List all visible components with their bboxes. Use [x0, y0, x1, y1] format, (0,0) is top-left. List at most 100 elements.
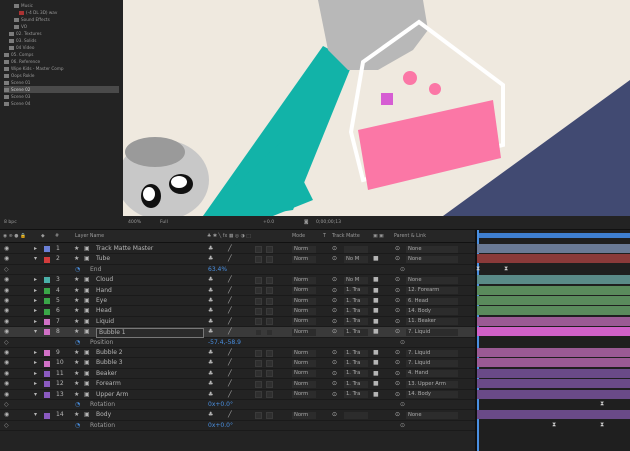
parent-dropdown[interactable]: None — [406, 276, 458, 284]
visibility-icon[interactable]: ◉ — [4, 358, 9, 368]
stopwatch-icon[interactable]: ◔ — [75, 338, 80, 348]
pickwhip-icon[interactable]: ⊙ — [395, 369, 400, 379]
project-item[interactable]: (-4 DL 3D) wav — [19, 9, 57, 16]
expand-arrow-icon[interactable]: ▸ — [34, 317, 37, 327]
keyframe-icon[interactable]: ⧗ — [476, 265, 480, 273]
expand-arrow-icon[interactable]: ▸ — [34, 379, 37, 389]
switch-box[interactable] — [266, 255, 273, 263]
keyframe-icon[interactable]: ⧗ — [504, 265, 508, 273]
parent-dropdown[interactable]: 7. Liquid — [406, 328, 458, 336]
shy-switch-icon[interactable]: ♣ — [208, 358, 213, 368]
stopwatch-icon[interactable]: ◔ — [75, 400, 80, 410]
parent-dropdown[interactable]: 14. Body — [406, 308, 458, 316]
mode-dropdown[interactable]: Norm — [292, 297, 316, 305]
resolution-dropdown[interactable]: Full — [160, 216, 168, 230]
mode-dropdown[interactable]: Norm — [292, 276, 316, 284]
mode-dropdown[interactable]: Norm — [292, 256, 316, 264]
mode-dropdown[interactable]: Norm — [292, 308, 316, 316]
track-matte-dropdown[interactable]: 1. Tra — [344, 318, 368, 326]
quality-switch-icon[interactable]: ╱ — [228, 317, 232, 327]
label-color[interactable] — [44, 287, 50, 294]
project-item[interactable]: Scene 02 — [4, 86, 119, 93]
shy-switch-icon[interactable]: ♣ — [208, 244, 213, 254]
matte-alpha-icon[interactable]: ■ — [373, 306, 379, 316]
project-item[interactable]: Sound Effects — [14, 16, 50, 23]
switch-box[interactable] — [266, 307, 273, 315]
pickwhip-icon[interactable]: ⊙ — [395, 244, 400, 254]
pickwhip-icon[interactable]: ⊙ — [395, 327, 400, 337]
matte-mode-icon[interactable]: ⊙ — [332, 306, 337, 316]
matte-mode-icon[interactable]: ⊙ — [332, 254, 337, 264]
quality-switch-icon[interactable]: ╱ — [228, 369, 232, 379]
visibility-icon[interactable]: ◉ — [4, 379, 9, 389]
track-matte-dropdown[interactable] — [344, 412, 368, 420]
visibility-icon[interactable]: ◉ — [4, 244, 9, 254]
layer-row[interactable]: ◉ ▸ 10 ★ ▣ Bubble 3 ♣ ╱ Norm ⊙ 1. Tra ■ ⊙ 7. Liquid — [0, 358, 475, 369]
mode-dropdown[interactable]: Norm — [292, 412, 316, 420]
track-matte-dropdown[interactable]: 1. Tra — [344, 297, 368, 305]
work-area-bar[interactable] — [477, 233, 630, 238]
keyframe-nav-icon[interactable]: ◇ — [4, 421, 9, 431]
label-color[interactable] — [44, 381, 50, 388]
shy-switch-icon[interactable]: ♣ — [208, 390, 213, 400]
project-item[interactable]: 05. Comps — [4, 51, 33, 58]
layer-name[interactable]: Tube — [96, 254, 110, 264]
project-item[interactable]: Wipe Kids - Master Comp — [4, 65, 64, 72]
visibility-icon[interactable]: ◉ — [4, 296, 9, 306]
layer-name[interactable]: Beaker — [96, 369, 117, 379]
switch-box[interactable] — [255, 359, 262, 367]
label-color[interactable] — [44, 329, 50, 336]
keyframe-icon[interactable]: ⧗ — [600, 400, 604, 408]
matte-alpha-icon[interactable]: ■ — [373, 369, 379, 379]
track-matte-dropdown[interactable]: 1. Tra — [344, 349, 368, 357]
matte-alpha-icon[interactable]: ■ — [373, 348, 379, 358]
matte-mode-icon[interactable]: ⊙ — [332, 317, 337, 327]
layer-name[interactable]: Body — [96, 410, 111, 420]
project-item[interactable]: Scene 01 — [4, 79, 30, 86]
shy-switch-icon[interactable]: ♣ — [208, 286, 213, 296]
parent-dropdown[interactable]: 11. Beaker — [406, 318, 458, 326]
project-item[interactable]: Scene 04 — [4, 100, 30, 107]
mode-dropdown[interactable]: Norm — [292, 370, 316, 378]
expand-arrow-icon[interactable]: ▸ — [34, 286, 37, 296]
visibility-icon[interactable]: ◉ — [4, 254, 9, 264]
shy-switch-icon[interactable]: ♣ — [208, 348, 213, 358]
parent-dropdown[interactable]: 7. Liquid — [406, 349, 458, 357]
shy-switch-icon[interactable]: ♣ — [208, 296, 213, 306]
keyframe-nav-icon[interactable]: ◇ — [4, 338, 9, 348]
parent-dropdown[interactable]: None — [406, 256, 458, 264]
expression-pickwhip-icon[interactable]: ⊙ — [400, 400, 405, 410]
mode-dropdown[interactable]: Norm — [292, 287, 316, 295]
expand-arrow-icon[interactable]: ▾ — [34, 254, 37, 264]
keyframe-nav-icon[interactable]: ◇ — [4, 265, 9, 275]
timeline-tracks[interactable]: ⧗ ⧗ ⧗ ⧗ ⧗ — [475, 230, 630, 451]
project-item[interactable]: Oops Rokle — [4, 72, 34, 79]
switch-box[interactable] — [266, 297, 273, 305]
project-item[interactable]: VO — [14, 23, 27, 30]
quality-switch-icon[interactable]: ╱ — [228, 390, 232, 400]
quality-switch-icon[interactable]: ╱ — [228, 379, 232, 389]
quality-switch-icon[interactable]: ╱ — [228, 275, 232, 285]
layer-duration-bar[interactable] — [477, 327, 630, 337]
switch-box[interactable] — [255, 245, 262, 253]
mode-dropdown[interactable]: Norm — [292, 245, 316, 253]
shy-switch-icon[interactable]: ♣ — [208, 254, 213, 264]
label-color[interactable] — [44, 256, 50, 263]
pickwhip-icon[interactable]: ⊙ — [395, 296, 400, 306]
label-color[interactable] — [44, 318, 50, 325]
expand-arrow-icon[interactable]: ▸ — [34, 244, 37, 254]
label-color[interactable] — [44, 246, 50, 253]
matte-alpha-icon[interactable]: ■ — [373, 317, 379, 327]
mode-dropdown[interactable]: Norm — [292, 349, 316, 357]
track-matte-dropdown[interactable]: 1. Tra — [344, 380, 368, 388]
expand-arrow-icon[interactable]: ▸ — [34, 275, 37, 285]
switch-box[interactable] — [255, 380, 262, 388]
label-color[interactable] — [44, 360, 50, 367]
layer-name[interactable]: Cloud — [96, 275, 113, 285]
switch-box[interactable] — [266, 328, 273, 336]
parent-dropdown[interactable]: 13. Upper Arm — [406, 380, 458, 388]
property-row[interactable]: ◇ ◔ Rotation 0x+0.0° ⊙ — [0, 400, 475, 411]
matte-mode-icon[interactable]: ⊙ — [332, 286, 337, 296]
switch-box[interactable] — [266, 380, 273, 388]
stopwatch-icon[interactable]: ◔ — [75, 421, 80, 431]
